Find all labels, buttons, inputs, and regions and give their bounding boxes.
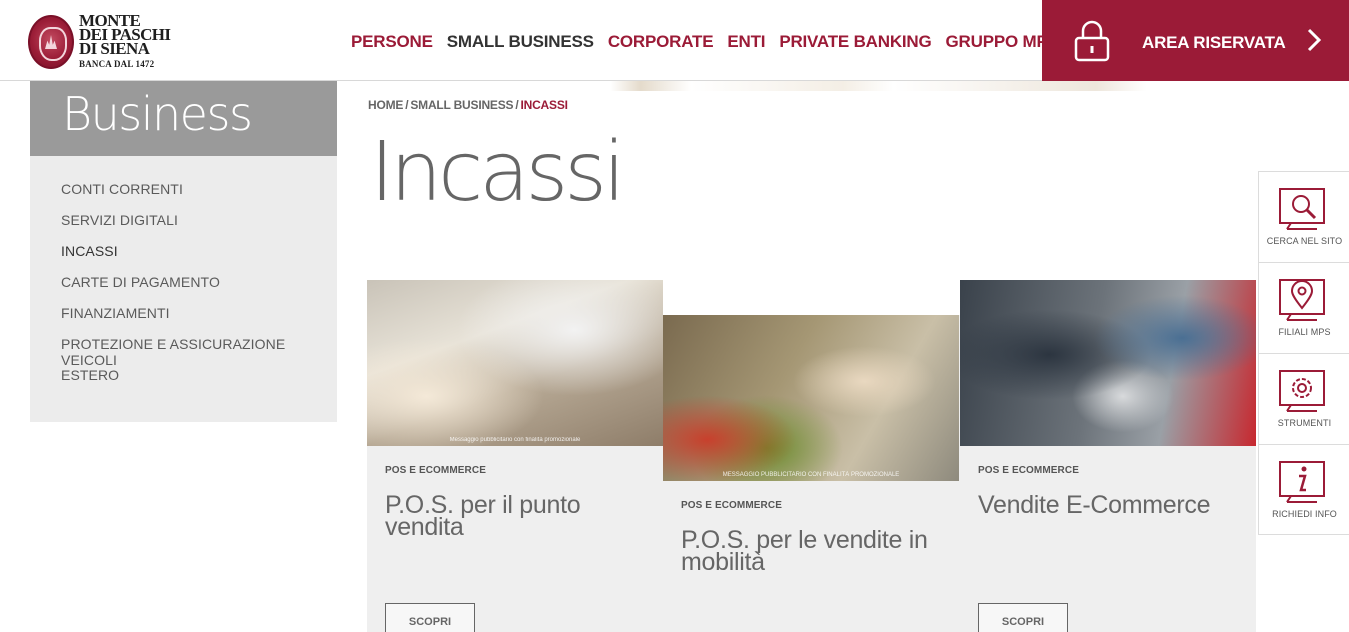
nav-persone[interactable]: PERSONE [351, 32, 433, 52]
logo-tagline: BANCA DAL 1472 [79, 58, 155, 69]
card-title[interactable]: Vendite E-Commerce [978, 493, 1238, 518]
map-pin-icon [1279, 279, 1325, 321]
info-icon [1279, 461, 1325, 503]
mps-logo[interactable]: MONTE DEI PASCHI DI SIENA BANCA DAL 1472 [28, 12, 188, 72]
site-header: MONTE DEI PASCHI DI SIENA BANCA DAL 1472… [0, 0, 1349, 81]
sidebar-item-estero[interactable]: ESTERO [61, 367, 337, 398]
card-kicker: POS E ECOMMERCE [385, 465, 486, 476]
sidebar-title: Business [62, 87, 253, 141]
card-kicker: POS E ECOMMERCE [681, 500, 782, 511]
sidebar-item-protezione-veicoli[interactable]: PROTEZIONE E ASSICURAZIONE VEICOLI [61, 336, 337, 368]
sidebar-menu: CONTI CORRENTI SERVIZI DIGITALI INCASSI … [30, 156, 337, 422]
card-image-caption: MESSAGGIO PUBBLICITARIO CON FINALITÀ PRO… [722, 472, 900, 478]
breadcrumb-home[interactable]: HOME [368, 98, 403, 112]
sidebar-item-incassi[interactable]: INCASSI [61, 243, 337, 274]
sidebar-title-box: Business [30, 81, 337, 156]
breadcrumb-separator: / [515, 98, 519, 112]
card-image-bike-shop-laptop [960, 280, 1256, 446]
scopri-button[interactable]: SCOPRI [385, 603, 475, 632]
breadcrumb-separator: / [405, 98, 409, 112]
chevron-right-icon [1307, 28, 1322, 52]
product-card-ecommerce[interactable]: POS E ECOMMERCE Vendite E-Commerce SCOPR… [960, 280, 1256, 632]
card-image-pos-counter: Messaggio pubblicitario con finalità pro… [367, 280, 663, 446]
page-title: Incassi [370, 125, 626, 220]
search-icon [1279, 188, 1325, 230]
product-card-pos-mobilita[interactable]: MESSAGGIO PUBBLICITARIO CON FINALITÀ PRO… [663, 315, 960, 632]
nav-small-business[interactable]: SMALL BUSINESS [447, 32, 594, 52]
card-title[interactable]: P.O.S. per il punto vendita [385, 493, 645, 540]
logo-line-3: DI SIENA [79, 38, 150, 58]
tool-filiali-mps[interactable]: FILIALI MPS [1259, 263, 1349, 354]
card-image-market-vendor: MESSAGGIO PUBBLICITARIO CON FINALITÀ PRO… [663, 315, 959, 481]
tool-richiedi-info[interactable]: RICHIEDI INFO [1259, 445, 1349, 536]
breadcrumb-small-business[interactable]: SMALL BUSINESS [410, 98, 513, 112]
sidebar-item-servizi-digitali[interactable]: SERVIZI DIGITALI [61, 212, 337, 243]
product-card-pos-punto-vendita[interactable]: Messaggio pubblicitario con finalità pro… [367, 280, 663, 632]
tool-label: CERCA NEL SITO [1266, 236, 1343, 246]
sidebar-item-carte-di-pagamento[interactable]: CARTE DI PAGAMENTO [61, 274, 337, 305]
tool-label: RICHIEDI INFO [1272, 509, 1337, 519]
breadcrumb-current: INCASSI [520, 98, 568, 112]
card-image-caption: Messaggio pubblicitario con finalità pro… [449, 437, 581, 443]
tool-label: FILIALI MPS [1278, 327, 1331, 337]
gear-icon [1279, 370, 1325, 412]
lock-icon [1074, 20, 1110, 62]
hero-image-strip [337, 81, 1349, 91]
area-riservata-button[interactable]: AREA RISERVATA [1042, 0, 1349, 81]
card-kicker: POS E ECOMMERCE [978, 465, 1079, 476]
breadcrumb: HOME / SMALL BUSINESS / INCASSI [368, 98, 568, 112]
side-tools-panel: CERCA NEL SITO FILIALI MPS STRUMENTI RIC… [1258, 171, 1349, 535]
tool-cerca-nel-sito[interactable]: CERCA NEL SITO [1259, 172, 1349, 263]
area-riservata-label: AREA RISERVATA [1142, 33, 1286, 52]
nav-corporate[interactable]: CORPORATE [608, 32, 714, 52]
nav-enti[interactable]: ENTI [727, 32, 765, 52]
tool-label: STRUMENTI [1277, 418, 1332, 428]
tool-strumenti[interactable]: STRUMENTI [1259, 354, 1349, 445]
mps-seal-icon [28, 15, 74, 69]
scopri-button[interactable]: SCOPRI [978, 603, 1068, 632]
main-nav: PERSONE SMALL BUSINESS CORPORATE ENTI PR… [351, 32, 1073, 52]
sidebar-item-conti-correnti[interactable]: CONTI CORRENTI [61, 181, 337, 212]
card-title[interactable]: P.O.S. per le vendite in mobilità [681, 528, 941, 575]
nav-private-banking[interactable]: PRIVATE BANKING [779, 32, 931, 52]
sidebar-item-finanziamenti[interactable]: FINANZIAMENTI [61, 305, 337, 336]
logo-wordmark: MONTE DEI PASCHI DI SIENA BANCA DAL 1472 [79, 12, 171, 71]
